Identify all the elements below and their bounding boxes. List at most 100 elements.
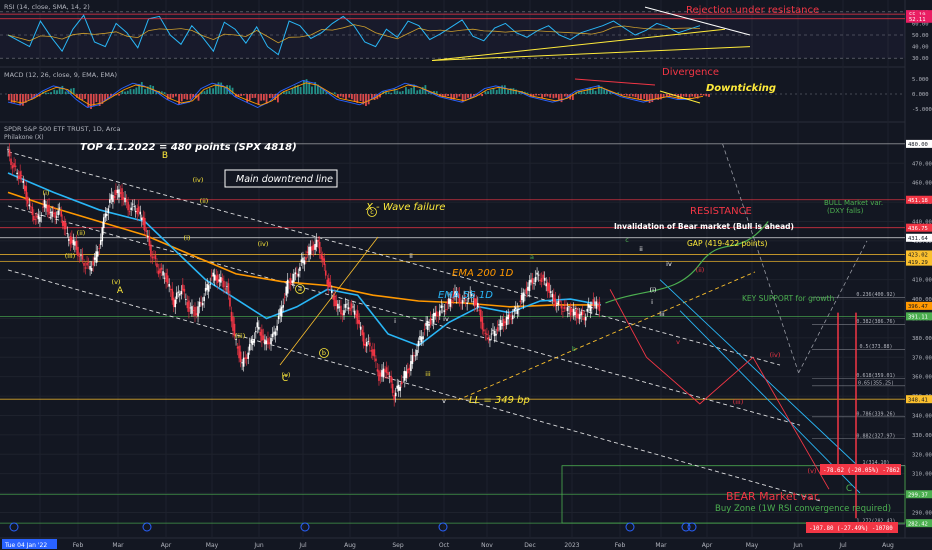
candle-body bbox=[314, 243, 316, 250]
time-tick: Apr bbox=[702, 542, 713, 549]
candle-body bbox=[207, 285, 210, 292]
macd-hist-bar bbox=[118, 94, 120, 96]
candle-body bbox=[61, 221, 64, 226]
candle-body bbox=[137, 206, 140, 213]
candle-body bbox=[309, 246, 312, 255]
macd-hist-bar bbox=[242, 94, 245, 96]
candle-body bbox=[90, 268, 93, 271]
candle-body bbox=[52, 212, 55, 214]
candle-body bbox=[10, 158, 12, 165]
candle-body bbox=[163, 277, 166, 279]
macd-hist-bar bbox=[557, 94, 560, 100]
candle-body bbox=[224, 288, 227, 290]
candle-body bbox=[77, 246, 79, 256]
candle-body bbox=[14, 165, 17, 167]
symbol-legend[interactable]: SPDR S&P 500 ETF TRUST, 1D, Arca bbox=[4, 125, 120, 133]
candle-body bbox=[513, 308, 516, 312]
macd-hist-bar bbox=[401, 90, 404, 94]
candle-body bbox=[195, 313, 198, 316]
candle-body bbox=[25, 186, 28, 201]
candle-body bbox=[84, 267, 87, 269]
candle-body bbox=[200, 302, 202, 304]
wave-label: v bbox=[442, 397, 446, 405]
macd-hist-bar bbox=[212, 88, 214, 94]
candle-body bbox=[565, 304, 567, 306]
price-badge-label: 431.64 bbox=[908, 236, 929, 242]
price-tick: 330.00 bbox=[912, 433, 932, 439]
candle-body bbox=[185, 299, 187, 300]
fib-level-label: 0.786(339.26) bbox=[856, 411, 895, 417]
candle-body bbox=[92, 261, 94, 266]
candle-body bbox=[28, 204, 31, 207]
candle-body bbox=[586, 309, 589, 312]
resistance-note: RESISTANCE bbox=[690, 206, 752, 217]
candle-body bbox=[318, 241, 321, 254]
candle-body bbox=[144, 218, 146, 231]
wave-label: b bbox=[572, 345, 576, 353]
candle-body bbox=[236, 346, 239, 349]
invalidation-note: Invalidation of Bear market (Bull is ahe… bbox=[614, 222, 794, 231]
candle-body bbox=[350, 303, 353, 309]
candle-body bbox=[581, 311, 584, 316]
macd-hist-bar bbox=[172, 94, 175, 98]
time-tick: Oct bbox=[439, 542, 450, 549]
candle-body bbox=[121, 188, 123, 200]
ema55-note: EMA 55 1D bbox=[438, 290, 493, 301]
candle-body bbox=[285, 286, 288, 296]
candle-body bbox=[255, 331, 257, 333]
candle-body bbox=[543, 277, 546, 281]
macd-hist-bar bbox=[311, 86, 313, 94]
candle-body bbox=[119, 192, 122, 194]
candle-body bbox=[379, 372, 382, 377]
candle-body bbox=[110, 194, 113, 200]
macd-hist-bar bbox=[507, 89, 509, 94]
wave-label: C bbox=[846, 484, 852, 494]
macd-hist-bar bbox=[410, 87, 413, 94]
candle-body bbox=[98, 248, 101, 250]
wave-label: (ii) bbox=[696, 266, 705, 274]
macd-hist-bar bbox=[708, 94, 710, 97]
macd-hist-bar bbox=[271, 94, 274, 98]
candle-body bbox=[192, 310, 195, 311]
wave-label: a bbox=[530, 253, 534, 261]
candle-body bbox=[58, 207, 61, 209]
price-badge-label: 391.11 bbox=[908, 315, 928, 321]
candle-body bbox=[11, 165, 14, 169]
macd-legend[interactable]: MACD (12, 26, close, 9, EMA, EMA) bbox=[4, 71, 117, 79]
macd-tick: 5.000 bbox=[912, 77, 929, 83]
price-badge-label: 282.42 bbox=[908, 521, 928, 527]
candle-body bbox=[324, 270, 327, 276]
candle-body bbox=[559, 300, 561, 303]
macd-hist-bar bbox=[257, 94, 260, 105]
macd-hist-bar bbox=[333, 92, 336, 94]
candle-body bbox=[39, 216, 41, 222]
candle-body bbox=[63, 221, 66, 230]
candle-body bbox=[370, 350, 373, 352]
candle-body bbox=[407, 368, 409, 374]
candle-body bbox=[297, 273, 300, 277]
ema200-note: EMA 200 1D bbox=[452, 268, 514, 279]
candle-body bbox=[385, 367, 388, 374]
candle-body bbox=[267, 338, 269, 345]
candle-body bbox=[151, 256, 154, 259]
rsi-legend[interactable]: RSI (14, close, SMA, 14, 2) bbox=[4, 3, 90, 11]
candle-body bbox=[569, 308, 572, 316]
candle-body bbox=[253, 339, 256, 343]
price-chart[interactable]: 0.236(400.92) 0.382(386.76) 0.5(373.88) 0.6… bbox=[0, 0, 932, 550]
candle-body bbox=[356, 310, 359, 324]
candle-body bbox=[247, 352, 250, 359]
wave-label: (ii) bbox=[77, 229, 86, 237]
candle-body bbox=[7, 149, 9, 151]
candle-body bbox=[125, 199, 128, 203]
candle-body bbox=[280, 306, 283, 317]
macd-hist-bar bbox=[467, 94, 469, 98]
candle-body bbox=[400, 381, 403, 385]
macd-hist-bar bbox=[44, 92, 47, 94]
candle-body bbox=[160, 267, 163, 270]
candle-body bbox=[332, 296, 335, 300]
wave-label: i bbox=[651, 298, 653, 306]
candle-body bbox=[303, 260, 306, 265]
price-badge-label: 299.37 bbox=[908, 492, 928, 498]
candle-body bbox=[387, 372, 389, 376]
candle-body bbox=[536, 272, 538, 275]
